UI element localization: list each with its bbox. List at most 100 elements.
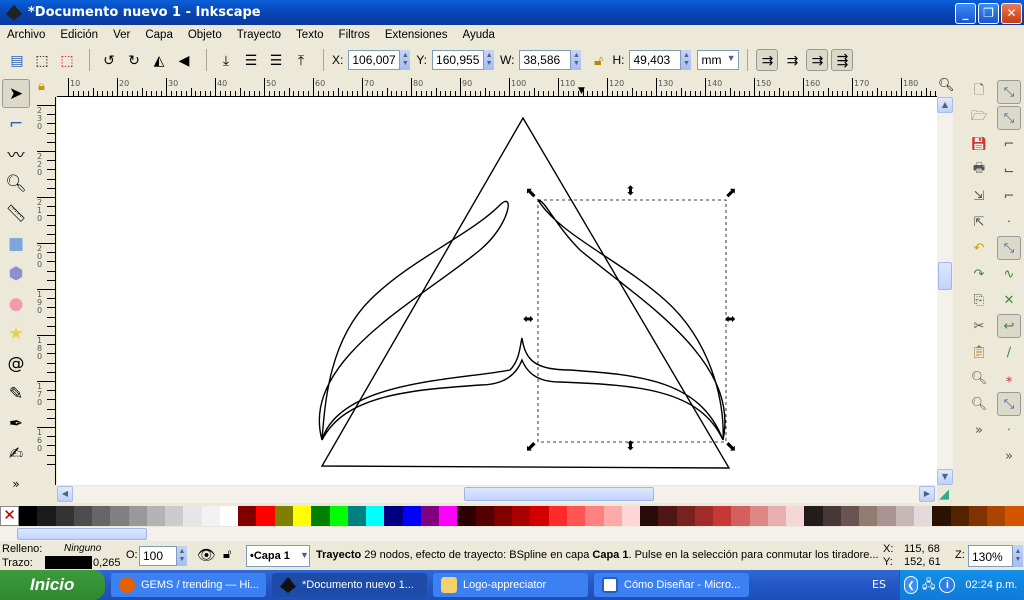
color-swatch[interactable] [366,506,385,526]
snap-bbox-edge-icon[interactable]: ⌐ [997,132,1021,156]
color-swatch[interactable] [292,506,312,526]
menu-capa[interactable]: Capa [145,29,173,41]
export-icon[interactable]: ⇱ [967,210,991,234]
pen-tool-icon[interactable]: ✒ [2,409,30,438]
vertical-scrollbar[interactable]: ▲ ▼ [937,97,953,485]
menu-ver[interactable]: Ver [113,29,130,41]
color-swatch[interactable] [822,506,841,526]
color-swatch[interactable] [19,506,38,526]
palette-scrollbar[interactable] [0,527,1024,541]
clock[interactable]: 02:24 p.m. [965,579,1017,591]
horizontal-scrollbar[interactable]: ◀ ▶ [57,486,937,503]
scale-handle-w-icon[interactable]: ⬌ [523,312,534,327]
scale-handle-sw-icon[interactable]: ⬋ [525,439,537,455]
color-swatch[interactable] [950,506,969,526]
scale-stroke-icon[interactable]: ⇉ [756,49,779,71]
color-swatch[interactable] [767,506,787,526]
stroke-swatch[interactable] [45,556,92,569]
layer-lock-icon[interactable]: 🔓︎ [223,546,231,562]
snap-smooth-nodes-icon[interactable]: ↩ [997,314,1021,338]
open-icon[interactable]: 🗁 [967,106,991,130]
color-swatch[interactable] [786,506,805,526]
color-swatch[interactable] [512,506,531,526]
color-swatch[interactable] [1005,506,1024,526]
color-swatch[interactable] [548,506,567,526]
snap-enable-icon[interactable]: ⤡ [997,80,1021,104]
opacity-input[interactable]: 100 [139,546,177,566]
color-swatch[interactable] [146,506,166,526]
rotate-cw-icon[interactable]: ↻ [123,49,145,71]
snap-grid-icon[interactable]: ⋅ [997,418,1021,442]
menu-filtros[interactable]: Filtros [339,29,370,41]
unit-select[interactable]: mm ▼ [697,50,740,70]
scale-handle-e-icon[interactable]: ⬌ [725,312,736,327]
zoom-spinner[interactable]: ▲ ▼ [1013,545,1023,567]
task-folder[interactable]: Logo-appreciator [433,573,588,597]
selector-tool-icon[interactable]: ➤ [2,79,30,108]
import-icon[interactable]: ⇲ [967,184,991,208]
palette-scroll-thumb[interactable] [17,528,147,540]
pencil-tool-icon[interactable]: ✎ [2,379,30,408]
cut-icon[interactable]: ✂ [967,314,991,338]
fill-value[interactable]: Ninguno [64,543,101,554]
horizontal-scroll-thumb[interactable] [464,487,654,501]
menu-ayuda[interactable]: Ayuda [463,29,495,41]
color-swatch[interactable] [238,506,257,526]
snap-bbox-icon[interactable]: ⤡ [997,106,1021,130]
scroll-left-icon[interactable]: ◀ [57,486,73,502]
color-swatch[interactable] [932,506,951,526]
paste-icon[interactable]: 📋︎ [967,340,991,364]
color-swatch[interactable] [640,506,659,526]
color-swatch[interactable] [201,506,220,526]
color-swatch[interactable] [110,506,129,526]
scale-handle-ne-icon[interactable]: ⬈ [725,185,737,201]
snap-object-center-icon[interactable]: ⁎ [997,366,1021,390]
y-spinner[interactable]: ▲ ▼ [484,50,495,70]
transform-patterns-icon[interactable]: ⇶ [831,49,854,71]
task-inkscape[interactable]: *Documento nuevo 1... [272,573,427,597]
star-tool-icon[interactable]: ★ [2,319,30,348]
opacity-spinner[interactable]: ▲ ▼ [177,546,187,566]
select-all-icon[interactable]: ▤ [6,49,28,71]
menu-archivo[interactable]: Archivo [7,29,45,41]
h-spinner[interactable]: ▲ ▼ [681,50,692,70]
color-swatch[interactable] [55,506,74,526]
y-input[interactable]: 160,955 [432,50,485,70]
color-swatch[interactable] [219,506,239,526]
flip-vertical-icon[interactable]: ◀ [173,49,195,71]
x-input[interactable]: 106,007 [348,50,401,70]
task-word[interactable]: Cómo Diseñar - Micro... [594,573,749,597]
color-swatch[interactable] [877,506,896,526]
more-snap-icon[interactable]: » [997,444,1021,468]
more-commands-icon[interactable]: » [967,418,991,442]
h-input[interactable]: 49,403 [629,50,682,70]
color-swatch[interactable] [658,506,677,526]
color-swatch[interactable] [311,506,330,526]
color-swatch[interactable] [165,506,184,526]
node-tool-icon[interactable]: ⌐ [2,109,30,138]
tray-expand-icon[interactable]: ❮ [904,576,918,594]
color-swatch[interactable] [731,506,750,526]
color-swatch[interactable] [493,506,513,526]
snap-bbox-midpoint-icon[interactable]: ⌐ [997,184,1021,208]
rotate-ccw-icon[interactable]: ↺ [98,49,120,71]
color-swatch[interactable] [987,506,1006,526]
color-swatch[interactable] [475,506,494,526]
vertical-scroll-thumb[interactable] [938,262,952,290]
w-spinner[interactable]: ▲ ▼ [571,50,582,70]
color-swatch[interactable] [37,506,56,526]
lower-to-bottom-icon[interactable]: ⤓ [215,49,237,71]
snap-page-icon[interactable]: ⤡ [997,392,1021,416]
raise-to-top-icon[interactable]: ⤒ [290,49,312,71]
drawing-canvas[interactable]: ⬉ ⬍ ⬈ ⬌ ⬌ ⬋ ⬍ ⬊ [57,97,937,485]
scale-handle-nw-icon[interactable]: ⬉ [525,185,537,201]
scale-handle-n-icon[interactable]: ⬍ [625,184,636,199]
raise-icon[interactable]: ☰ [265,49,287,71]
undo-icon[interactable]: ↶ [967,236,991,260]
calligraphy-tool-icon[interactable]: ✍ [2,439,30,468]
start-button[interactable]: Inicio [0,570,105,600]
guide-lock-icon[interactable]: 🔒︎ [38,79,45,94]
transform-gradients-icon[interactable]: ⇉ [806,49,829,71]
color-swatch[interactable] [713,506,732,526]
snap-path-icon[interactable]: ∿ [997,262,1021,286]
